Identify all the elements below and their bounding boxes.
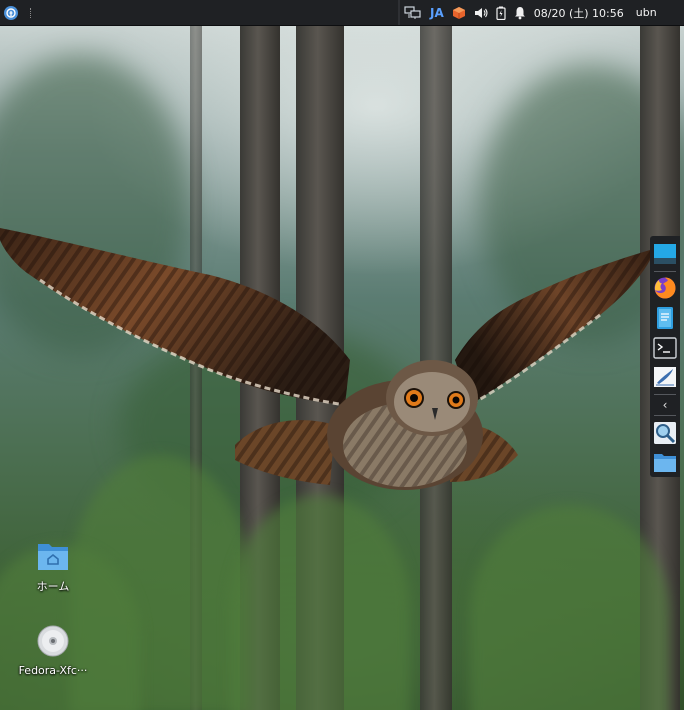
text-editor-icon [654, 367, 676, 388]
user-menu[interactable]: ubn [636, 6, 657, 19]
app-finder-launcher[interactable] [652, 420, 678, 446]
dock-separator [654, 270, 676, 272]
show-desktop-button[interactable] [652, 241, 678, 267]
firefox-icon [654, 277, 676, 299]
show-desktop-icon [654, 243, 676, 264]
folder-home-icon [38, 544, 68, 570]
folder-icon [654, 454, 676, 473]
system-tray: JA 08/20 (土) 10:56 ubn [398, 0, 684, 25]
package-updater-icon[interactable] [452, 5, 466, 21]
dock-separator [654, 393, 676, 395]
collapse-arrow-icon[interactable]: ‹ [663, 397, 668, 413]
terminal-launcher[interactable] [652, 335, 678, 361]
text-editor-launcher[interactable] [652, 364, 678, 390]
file-manager-icon [657, 306, 673, 329]
right-dock: ‹ [650, 236, 680, 477]
applications-menu-button[interactable] [4, 5, 18, 20]
search-app-icon [654, 421, 676, 444]
firefox-launcher[interactable] [652, 276, 678, 302]
volume-icon[interactable] [474, 5, 488, 21]
owl-wallpaper-image [0, 228, 650, 490]
optical-disc-icon [37, 625, 69, 657]
desktop-icon-label: ホーム [36, 580, 70, 593]
desktop-icon-home[interactable]: ホーム [13, 540, 93, 594]
desktop-icon-fedora-media[interactable]: Fedora-Xfc··· [13, 624, 93, 677]
clock[interactable]: 08/20 (土) 10:56 [534, 5, 624, 21]
desktop-icon-label: Fedora-Xfc··· [18, 664, 88, 677]
fedora-logo-icon [6, 7, 16, 18]
file-manager-launcher[interactable] [652, 305, 678, 331]
terminal-icon [653, 336, 677, 359]
dock-separator [654, 414, 676, 416]
input-method-indicator[interactable]: JA [430, 5, 444, 21]
folder-launcher[interactable] [652, 449, 678, 475]
top-panel: JA 08/20 (土) 10:56 ubn [0, 0, 684, 26]
network-icon[interactable] [404, 5, 422, 21]
panel-drag-handle[interactable] [30, 7, 33, 18]
notifications-bell-icon[interactable] [514, 5, 526, 21]
battery-icon[interactable] [496, 5, 506, 21]
